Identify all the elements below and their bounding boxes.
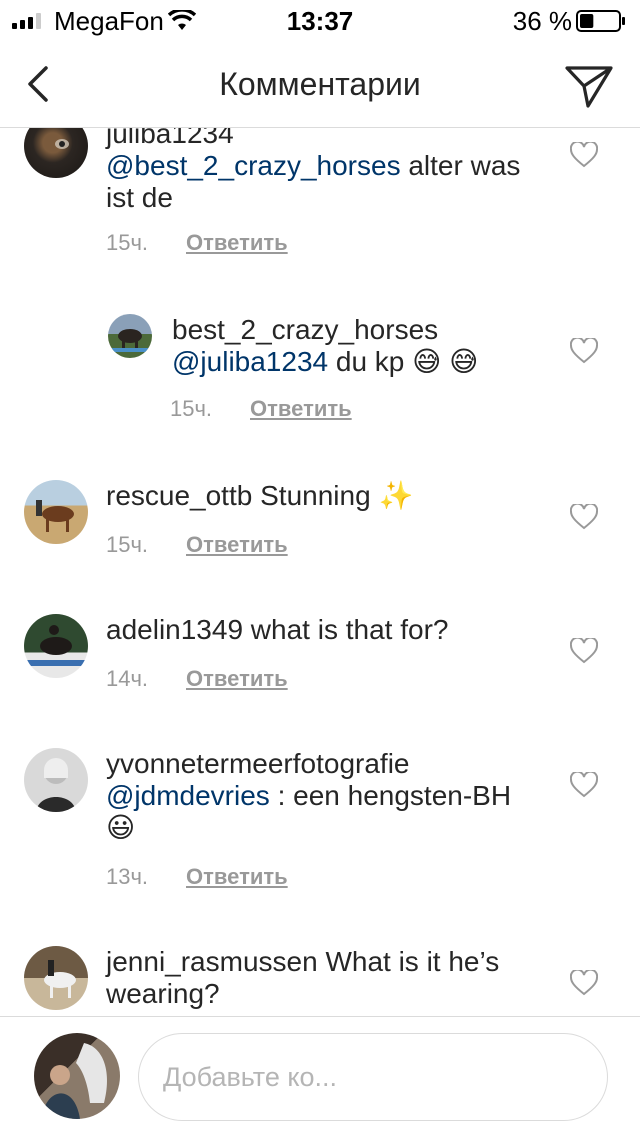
comment-mention[interactable]: @juliba1234 <box>172 346 328 377</box>
horse-photo <box>44 960 76 998</box>
my-avatar <box>34 1033 120 1119</box>
like-heart-icon[interactable] <box>570 970 598 996</box>
comment-text: : een hengsten-BH <box>269 780 512 811</box>
comment-username[interactable]: jenni_rasmussen <box>106 946 318 977</box>
comment-text: du kp <box>328 346 413 377</box>
paper-plane-icon[interactable] <box>564 64 614 108</box>
comment-username[interactable]: juliba1234 <box>106 128 234 149</box>
comment-time: 15ч. <box>170 396 213 421</box>
user-avatar[interactable] <box>24 748 88 812</box>
comment-mention[interactable]: @jdmdevries <box>106 780 270 811</box>
like-heart-icon[interactable] <box>570 338 598 364</box>
like-heart-icon[interactable] <box>570 504 598 530</box>
person-photo <box>36 758 76 812</box>
comment-input[interactable] <box>138 1033 608 1121</box>
user-avatar[interactable] <box>108 314 152 358</box>
comment-mention[interactable]: @best_2_crazy_horses <box>106 150 401 181</box>
comment-time: 13ч. <box>106 864 149 889</box>
sweat-smile-emoji: 😅 😅 <box>412 346 479 377</box>
comment-username[interactable]: rescue_ottb <box>106 480 252 511</box>
comment-username[interactable]: best_2_crazy_horses <box>172 314 438 345</box>
comment-composer <box>0 1016 640 1136</box>
reply-button[interactable]: Ответить <box>186 666 288 691</box>
comment-text: Stunning <box>252 480 379 511</box>
horse-photo <box>36 500 74 532</box>
status-bar: MegaFon 13:37 36 % <box>0 0 640 40</box>
comment-username[interactable]: adelin1349 <box>106 614 243 645</box>
battery-percent: 36 % <box>512 6 572 36</box>
comment-time: 14ч. <box>106 666 149 691</box>
reply-button[interactable]: Ответить <box>186 230 288 255</box>
horse-photo <box>24 625 88 666</box>
reply-button[interactable]: Ответить <box>250 396 352 421</box>
horse-photo <box>112 329 148 352</box>
comment-time: 15ч. <box>106 230 149 255</box>
reply-button[interactable]: Ответить <box>186 532 288 557</box>
like-heart-icon[interactable] <box>570 772 598 798</box>
user-avatar[interactable] <box>24 128 88 178</box>
comment-time: 15ч. <box>106 532 149 557</box>
comment-list[interactable]: juliba1234 @best_2_crazy_horses alter wa… <box>0 128 640 1016</box>
like-heart-icon[interactable] <box>570 638 598 664</box>
user-avatar[interactable] <box>24 946 88 1010</box>
user-avatar[interactable] <box>24 480 88 544</box>
comment-text: what is that for? <box>243 614 449 645</box>
horse-photo <box>55 139 69 149</box>
like-heart-icon[interactable] <box>570 142 598 168</box>
page-title: Комментарии <box>219 66 421 102</box>
nav-header: Комментарии <box>0 40 640 128</box>
comment-username[interactable]: yvonnetermeerfotografie <box>106 748 410 779</box>
sparkles-emoji: ✨ <box>378 480 414 511</box>
smiley-emoji: 😃 <box>106 812 136 843</box>
battery-icon <box>576 10 625 32</box>
horse-photo <box>42 1043 108 1119</box>
user-avatar[interactable] <box>24 614 88 678</box>
reply-button[interactable]: Ответить <box>186 864 288 889</box>
